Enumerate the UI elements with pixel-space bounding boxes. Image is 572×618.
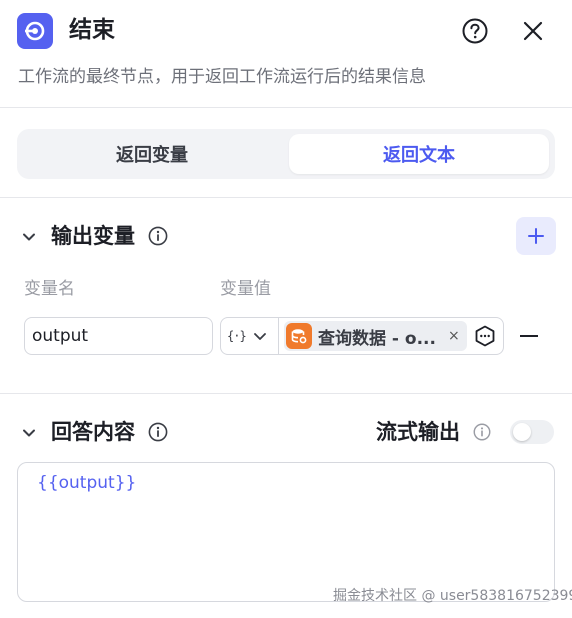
stream-output-label: 流式输出 xyxy=(376,420,460,444)
info-icon[interactable] xyxy=(148,422,168,442)
collapse-chevron-icon[interactable] xyxy=(21,425,37,441)
variable-reference-icon[interactable] xyxy=(473,324,497,348)
collapse-chevron-icon[interactable] xyxy=(21,229,37,245)
section-title-output: 输出变量 xyxy=(51,224,135,248)
node-description: 工作流的最终节点，用于返回工作流运行后的结果信息 xyxy=(18,67,426,87)
object-type-icon: {·} xyxy=(227,329,247,343)
return-mode-tabs: 返回变量 返回文本 xyxy=(17,129,555,179)
variable-name-input[interactable] xyxy=(24,317,213,355)
return-mode-section: 返回变量 返回文本 xyxy=(0,108,572,198)
value-type-select[interactable]: {·} xyxy=(221,318,279,354)
info-icon[interactable] xyxy=(473,423,491,441)
panel-title: 结束 xyxy=(69,17,115,43)
reference-chip[interactable]: 查询数据 - o... × xyxy=(284,321,467,351)
remove-reference-icon[interactable]: × xyxy=(448,328,460,344)
help-button[interactable] xyxy=(461,17,489,45)
section-title-answer: 回答内容 xyxy=(51,420,135,444)
close-button[interactable] xyxy=(519,17,547,45)
reference-label: 查询数据 - o... xyxy=(318,328,436,349)
remove-variable-button[interactable] xyxy=(518,323,540,349)
info-icon[interactable] xyxy=(148,226,168,246)
panel-header: 结束 工作流的最终节点，用于返回工作流运行后的结果信息 xyxy=(0,0,572,108)
plus-icon xyxy=(528,228,544,244)
output-variables-section: 输出变量 变量名 变量值 {·} xyxy=(0,198,572,394)
close-icon xyxy=(523,21,543,41)
end-node-panel: 结束 工作流的最终节点，用于返回工作流运行后的结果信息 返回变量 返回文本 输出… xyxy=(0,0,572,618)
database-query-icon xyxy=(286,323,312,349)
column-header-name: 变量名 xyxy=(24,279,75,299)
column-header-value: 变量值 xyxy=(220,279,271,299)
add-variable-button[interactable] xyxy=(516,217,556,255)
stream-output-toggle[interactable] xyxy=(510,420,554,444)
end-node-icon xyxy=(17,13,53,49)
minus-icon xyxy=(520,335,538,337)
tab-return-variables[interactable]: 返回变量 xyxy=(22,134,282,174)
variable-value-field: {·} 查询数据 - o... × xyxy=(220,317,504,355)
tab-return-text[interactable]: 返回文本 xyxy=(289,134,549,174)
watermark: 掘金技术社区 @ user5838167523996 xyxy=(333,588,572,604)
toggle-knob xyxy=(513,423,531,441)
help-circle-icon xyxy=(462,18,488,44)
chevron-down-icon xyxy=(253,333,266,340)
answer-content-editor[interactable]: {{output}} xyxy=(17,462,555,602)
